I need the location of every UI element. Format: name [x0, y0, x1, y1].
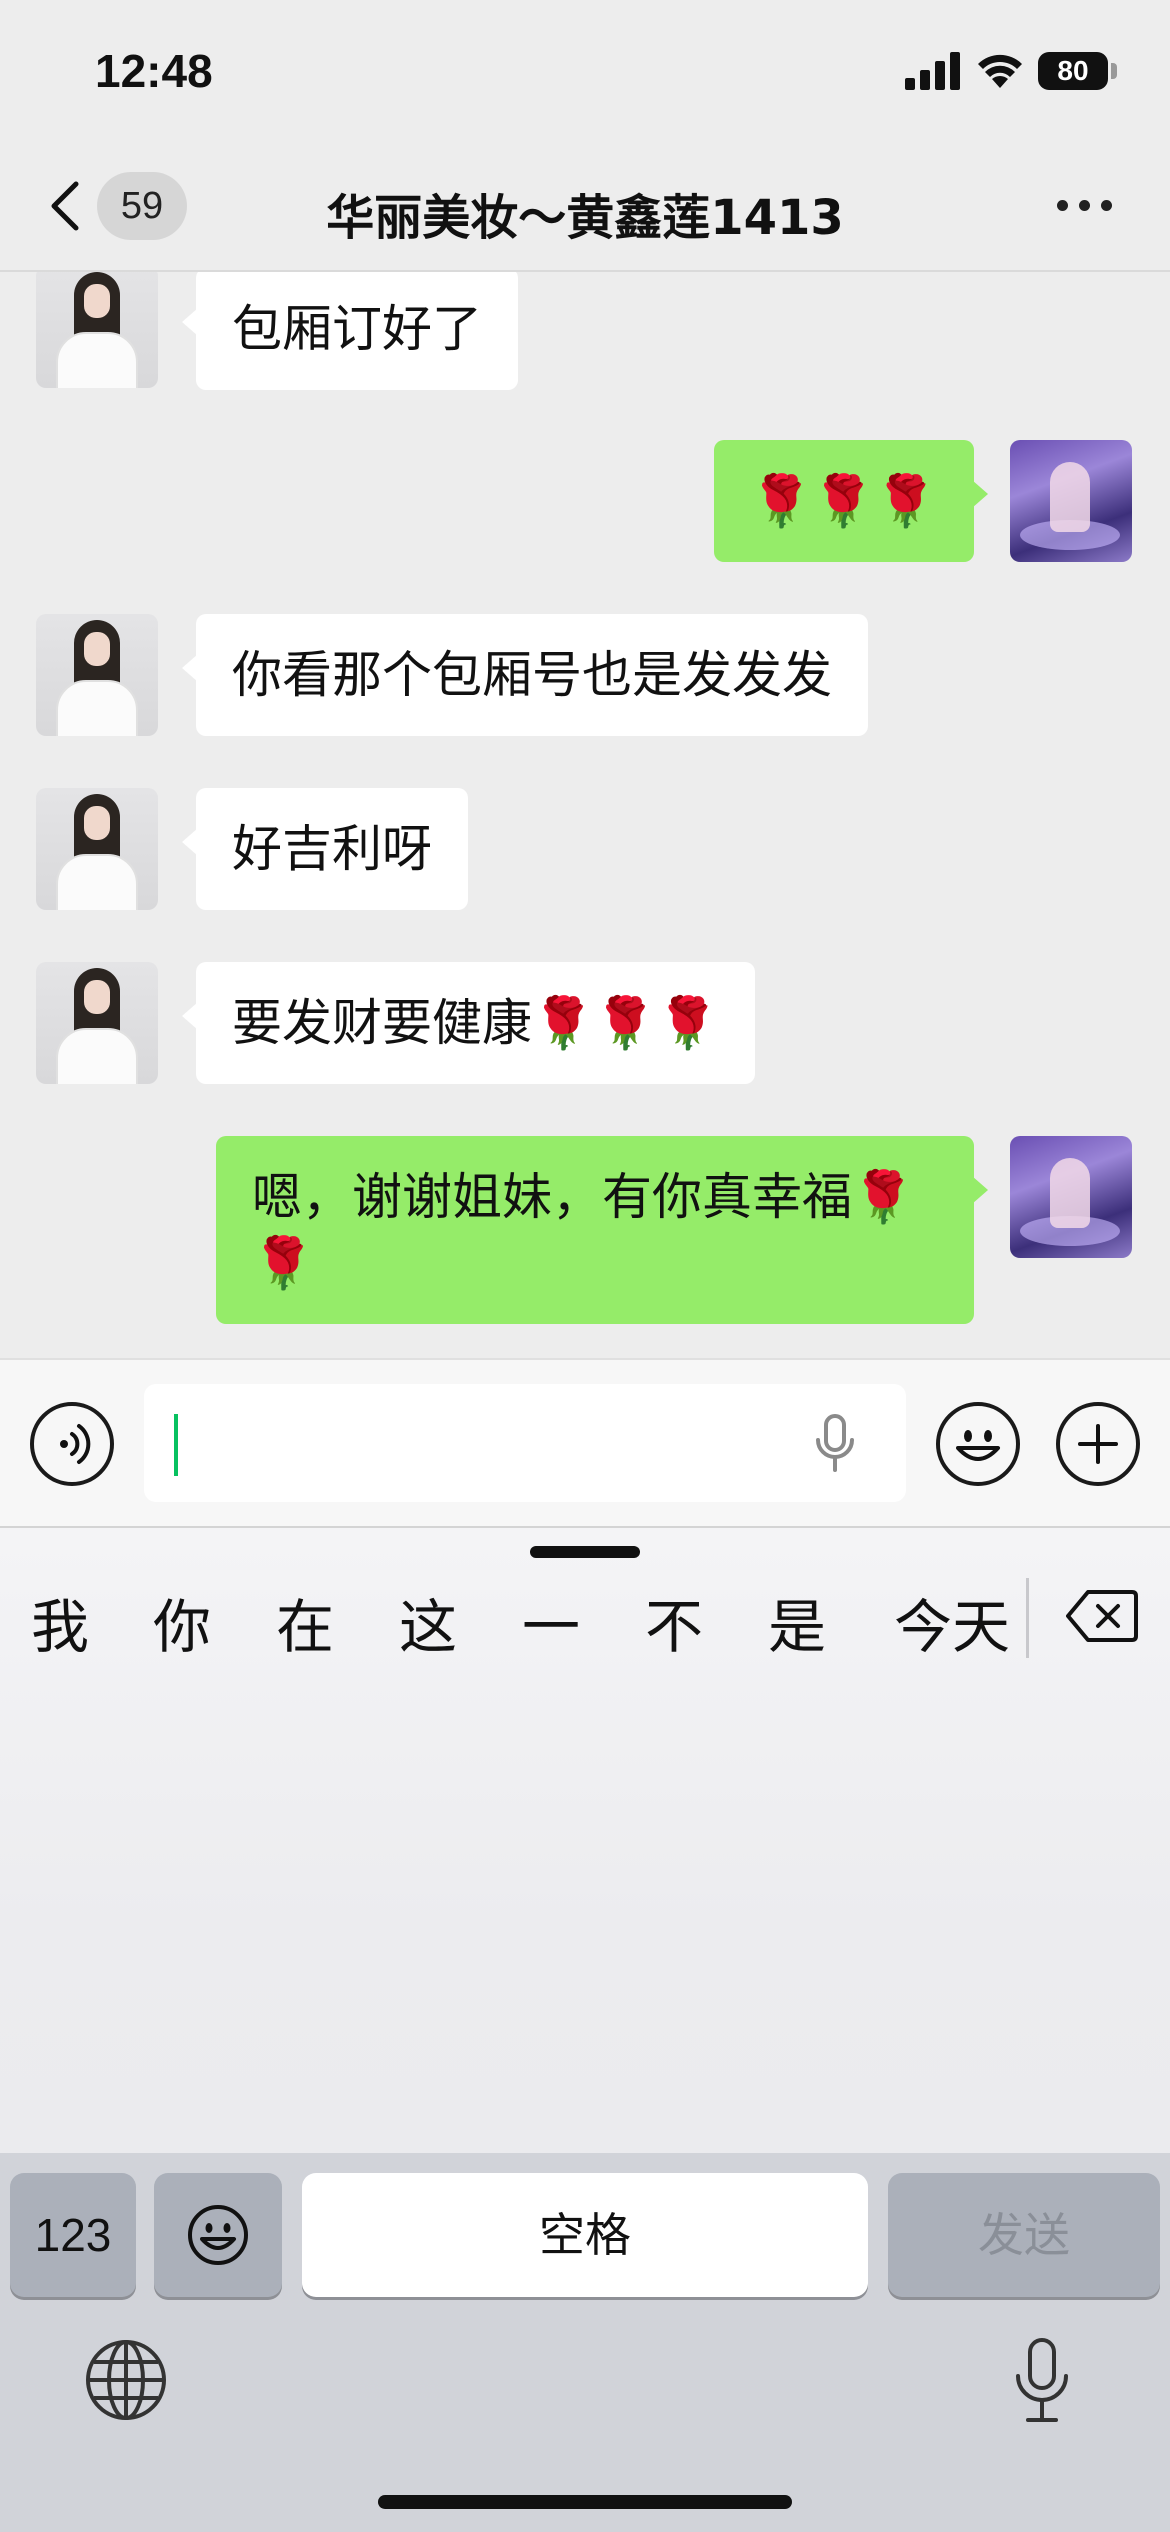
chat-title: 华丽美妆～黄鑫莲1413 [326, 190, 844, 246]
cellular-signal-icon [905, 52, 960, 90]
unread-count-badge[interactable]: 59 [97, 172, 187, 240]
microphone-icon[interactable] [812, 1412, 858, 1474]
my-avatar[interactable] [1010, 1136, 1132, 1258]
message-text: 好吉利呀 [232, 820, 432, 878]
text-caret [174, 1414, 178, 1476]
battery-indicator: 80 [1038, 52, 1108, 90]
message-text: 🌹🌹🌹 [750, 472, 937, 530]
chat-input-bar [0, 1358, 1170, 1528]
message-text: 包厢订好了 [232, 300, 482, 358]
chevron-left-icon[interactable] [40, 176, 100, 236]
candidate-word[interactable]: 是 [765, 1580, 829, 1664]
numeric-key[interactable]: 123 [10, 2173, 136, 2297]
keyboard: 我 你 在 这 一 不 是 今天 123 空格 发送 [0, 1528, 1170, 2532]
voice-input-button[interactable] [30, 1402, 114, 1486]
message-input[interactable] [144, 1384, 906, 1502]
home-indicator[interactable] [378, 2495, 792, 2509]
status-bar: 12:48 80 [0, 0, 1170, 140]
candidate-word[interactable]: 你 [150, 1580, 214, 1664]
emoji-button[interactable] [936, 1402, 1020, 1486]
contact-avatar[interactable] [36, 272, 158, 388]
keyboard-drag-handle[interactable] [530, 1546, 640, 1558]
my-avatar[interactable] [1010, 440, 1132, 562]
message-bubble-incoming[interactable]: 要发财要健康🌹🌹🌹 [182, 962, 755, 1084]
contact-avatar[interactable] [36, 614, 158, 736]
message-text-line: 🌹 [252, 1234, 315, 1292]
plus-icon [1078, 1424, 1118, 1464]
message-bubble-outgoing[interactable]: 🌹🌹🌹 [714, 440, 988, 562]
message-text-line: 嗯，谢谢姐妹，有你真幸福🌹 [252, 1168, 915, 1226]
message-bubble-incoming[interactable]: 好吉利呀 [182, 788, 468, 910]
candidate-word[interactable]: 今天 [888, 1580, 1016, 1664]
battery-cap [1111, 63, 1117, 79]
candidate-word[interactable]: 这 [396, 1580, 460, 1664]
space-key[interactable]: 空格 [302, 2173, 868, 2297]
contact-avatar[interactable] [36, 962, 158, 1084]
voice-wave-icon [60, 1424, 91, 1464]
message-bubble-incoming[interactable]: 你看那个包厢号也是发发发 [182, 614, 868, 736]
candidate-word[interactable]: 一 [519, 1580, 583, 1664]
message-bubble-outgoing[interactable]: 嗯，谢谢姐妹，有你真幸福🌹 🌹 [216, 1136, 988, 1324]
message-bubble-incoming[interactable]: 包厢订好了 [182, 272, 518, 390]
candidate-divider [1026, 1578, 1029, 1658]
contact-avatar[interactable] [36, 788, 158, 910]
status-time: 12:48 [95, 45, 213, 97]
message-text: 你看那个包厢号也是发发发 [232, 646, 832, 704]
globe-icon[interactable] [84, 2338, 168, 2422]
more-options-icon[interactable] [1055, 196, 1115, 216]
emoji-key[interactable] [154, 2173, 282, 2297]
backspace-icon[interactable] [1066, 1588, 1138, 1644]
candidate-word[interactable]: 不 [642, 1580, 706, 1664]
more-functions-button[interactable] [1056, 1402, 1140, 1486]
message-list[interactable]: 包厢订好了 🌹🌹🌹 你看那个包厢号也是发发发 好吉利呀 要发财要健康🌹🌹🌹 嗯，… [0, 272, 1170, 1358]
message-text: 要发财要健康🌹🌹🌹 [232, 994, 719, 1052]
candidate-word[interactable]: 在 [273, 1580, 337, 1664]
candidate-word[interactable]: 我 [28, 1580, 92, 1664]
smiley-icon [956, 1430, 1000, 1461]
keyboard-bottom-row: 123 空格 发送 [0, 2153, 1170, 2532]
smiley-icon [188, 2205, 248, 2265]
wifi-icon [978, 54, 1022, 88]
send-key[interactable]: 发送 [888, 2173, 1160, 2297]
chat-header: 59 华丽美妆～黄鑫莲1413 [0, 140, 1170, 272]
microphone-icon[interactable] [1010, 2336, 1074, 2426]
